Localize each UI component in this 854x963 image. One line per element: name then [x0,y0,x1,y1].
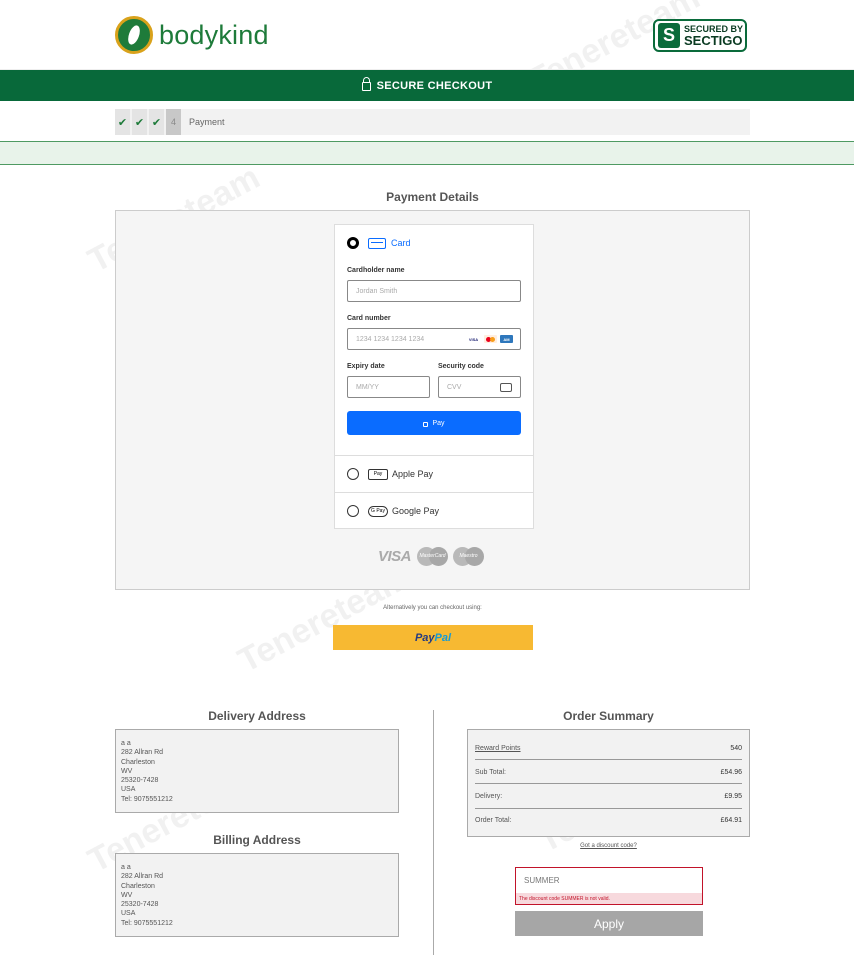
sectigo-mark-icon: S [658,23,680,48]
paypal-logo-part2: Pal [434,631,452,644]
billing-address-box: a a 282 Allran Rd Charleston WV 25320-74… [115,853,399,937]
google-pay-method[interactable]: G Pay Google Pay [347,505,439,517]
amex-mini-icon: AM [500,335,513,343]
address-line: WV [121,767,133,775]
step-3-done[interactable]: ✔ [149,109,164,135]
cardholder-label: Cardholder name [347,267,405,274]
card-number-label: Card number [347,315,391,322]
site-header: bodykind S SECURED BY SECTIGO [0,0,854,70]
card-number-placeholder: 1234 1234 1234 1234 [356,335,425,343]
expiry-input[interactable]: MM/YY [347,376,430,398]
card-radio[interactable] [347,237,359,249]
security-code-input[interactable]: CVV [438,376,521,398]
step-4-current: 4 [166,109,181,135]
google-pay-icon: G Pay [368,505,388,517]
mastercard-logo-icon: MasterCard [417,547,449,566]
google-pay-label: Google Pay [392,506,440,516]
cvc-card-icon [500,383,512,392]
reward-points-value: 540 [730,745,742,752]
discount-error-message: The discount code SUMMER is not valid. [515,893,703,905]
mastercard-mini-icon [484,335,497,343]
address-line: Tel: 9075551212 [121,795,173,803]
address-line: 25320-7428 [121,901,159,909]
address-line: a a [121,864,131,871]
cardholder-input[interactable]: Jordan Smith [347,280,521,302]
apply-discount-button[interactable]: Apply [515,911,703,936]
payment-details-title: Payment Details [386,190,479,204]
security-code-label: Security code [438,363,484,370]
card-method[interactable]: Card [347,237,411,249]
apple-pay-icon: Pay [368,468,388,480]
payment-box: Card Cardholder name Jordan Smith Card n… [115,210,750,590]
address-line: 25320-7428 [121,777,159,785]
address-line: USA [121,910,136,918]
cvv-placeholder: CVV [447,383,462,391]
address-line: Charleston [121,758,155,766]
address-line: USA [121,786,136,794]
visa-logo-icon: VISA [378,548,412,565]
address-line: 282 Allran Rd [121,873,164,881]
sectigo-badge: S SECURED BY SECTIGO [653,19,747,52]
checkout-progress: ✔ ✔ ✔ 4 Payment [115,109,750,135]
accepted-cards: VISA MasterCard Maestro [378,547,489,566]
reward-points-link[interactable]: Reward Points [475,745,521,752]
delivery-address-box: a a 282 Allran Rd Charleston WV 25320-74… [115,729,399,813]
summary-row-reward-points: Reward Points 540 [475,745,742,752]
address-line: Charleston [121,882,155,890]
secure-checkout-bar: SECURE CHECKOUT [0,70,854,101]
apple-pay-label: Apple Pay [392,469,434,479]
leaf-logo-icon [115,16,153,54]
address-line: Tel: 9075551212 [121,919,173,927]
expiry-label: Expiry date [347,363,385,370]
google-pay-radio[interactable] [347,505,359,517]
divider [475,759,742,760]
card-method-label: Card [391,238,411,248]
card-number-input[interactable]: 1234 1234 1234 1234 VISA AM [347,328,521,350]
summary-row-delivery: Delivery: £9.95 [475,793,742,800]
payment-element: Card Cardholder name Jordan Smith Card n… [334,224,534,529]
discount-code-link[interactable]: Got a discount code? [467,843,750,849]
billing-address-title: Billing Address [213,833,301,847]
divider [475,808,742,809]
summary-row-order-total: Order Total: £64.91 [475,817,742,824]
bodykind-logo[interactable]: bodykind [115,16,269,54]
discount-code-input[interactable]: SUMMER [515,867,703,893]
address-line: a a [121,740,131,747]
paypal-logo-part1: Pay [414,631,435,644]
alternative-checkout-text: Alternatively you can checkout using: [383,605,482,611]
maestro-logo-icon: Maestro [453,547,485,566]
delivery-address-title: Delivery Address [208,709,306,723]
divider [335,455,533,456]
divider [475,783,742,784]
summary-row-subtotal: Sub Total: £54.96 [475,769,742,776]
pay-button[interactable]: Pay [347,411,521,435]
order-summary-title: Order Summary [563,709,654,723]
apple-pay-radio[interactable] [347,468,359,480]
sectigo-line2: SECTIGO [684,33,743,48]
visa-mini-icon: VISA [468,336,479,342]
apple-pay-method[interactable]: Pay Apple Pay [347,468,433,480]
address-line: WV [121,891,133,899]
lock-icon [361,77,371,91]
step-1-done[interactable]: ✔ [115,109,130,135]
logo-text: bodykind [159,19,269,50]
current-step-label: Payment [189,117,225,127]
order-summary-box: Reward Points 540 Sub Total: £54.96 Deli… [467,729,750,837]
step-2-done[interactable]: ✔ [132,109,147,135]
notice-band [0,141,854,165]
lock-icon [423,421,429,427]
divider [335,492,533,493]
credit-card-icon [368,237,386,249]
secure-checkout-label: SECURE CHECKOUT [376,79,493,92]
column-divider [433,710,434,955]
paypal-button[interactable]: Pay Pal [333,625,533,650]
pay-button-label: Pay [432,419,445,427]
address-line: 282 Allran Rd [121,749,164,757]
